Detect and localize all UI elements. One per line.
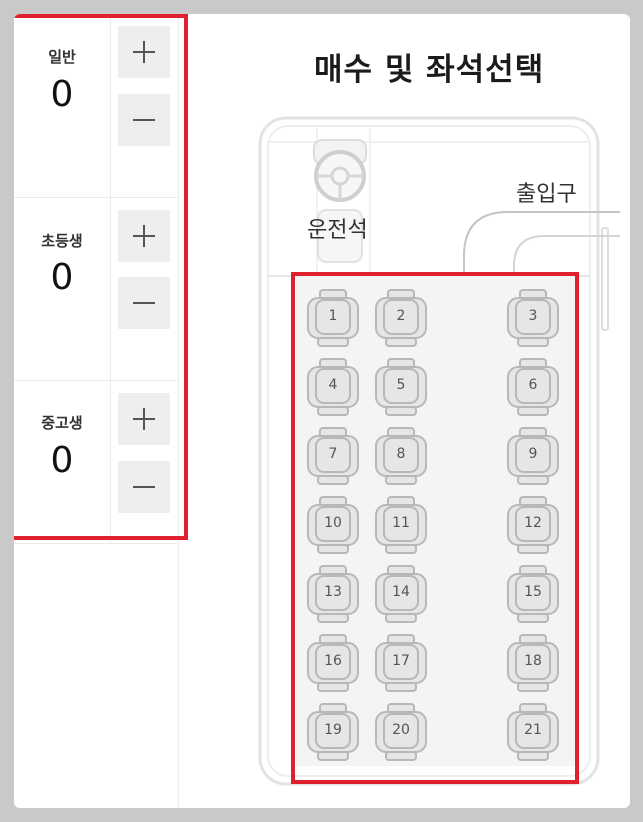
seat-number: 5 <box>396 377 406 393</box>
seat-number: 11 <box>392 515 410 531</box>
steering-wheel-icon <box>314 150 366 202</box>
seat-number: 8 <box>396 446 406 462</box>
seat-number: 17 <box>392 653 410 669</box>
entrance-label: 출입구 <box>516 182 577 207</box>
ticket-window: 일반 0 초등생 0 중고생 0 매수 및 좌석선택 운전석 출입구 1 2 3… <box>14 14 630 808</box>
seat-number: 16 <box>324 653 342 669</box>
seat-number: 13 <box>324 584 342 600</box>
seat-number: 12 <box>524 515 542 531</box>
seat-number: 10 <box>324 515 342 531</box>
seat-number: 3 <box>528 308 538 324</box>
seat-number: 19 <box>324 722 342 738</box>
seat-number: 18 <box>524 653 542 669</box>
driver-seat-label: 운전석 <box>307 218 368 243</box>
seat-number: 4 <box>328 377 338 393</box>
seat-number: 6 <box>528 377 538 393</box>
side-window <box>601 227 609 331</box>
bus-layout <box>258 116 620 786</box>
seat-number: 21 <box>524 722 542 738</box>
seat-number: 14 <box>392 584 410 600</box>
seat-number: 20 <box>392 722 410 738</box>
seat-number: 1 <box>328 308 338 324</box>
seat-number: 2 <box>396 308 406 324</box>
seat-number: 15 <box>524 584 542 600</box>
seat-number: 7 <box>328 446 338 462</box>
seat-number: 9 <box>528 446 538 462</box>
